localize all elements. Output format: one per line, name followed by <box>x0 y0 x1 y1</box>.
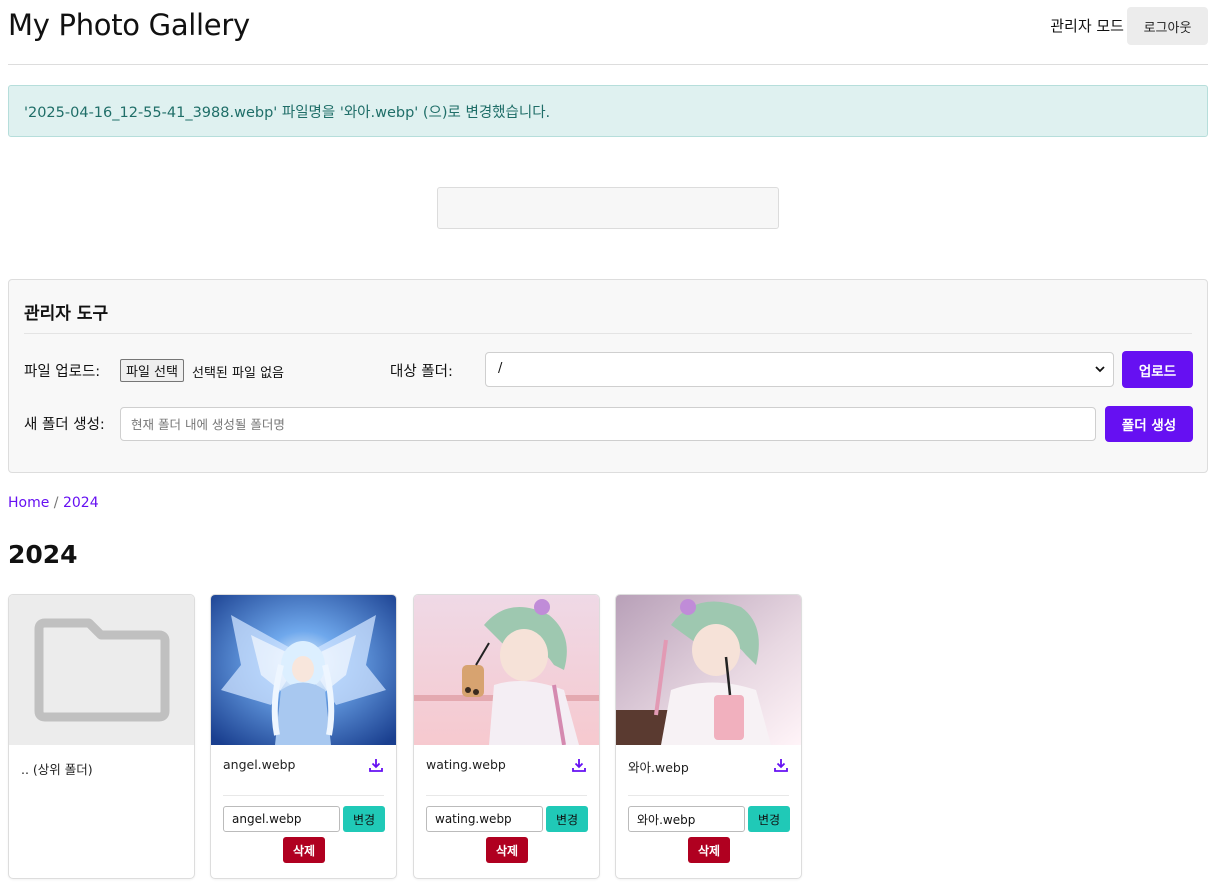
admin-tools-title: 관리자 도구 <box>24 304 109 324</box>
card-divider <box>628 795 789 796</box>
parent-folder-label: .. (상위 폴더) <box>21 762 93 777</box>
file-status: 선택된 파일 없음 <box>192 366 284 381</box>
image-thumbnail[interactable] <box>616 595 801 745</box>
rename-button[interactable]: 변경 <box>546 806 588 832</box>
breadcrumb-home[interactable]: Home <box>8 495 49 511</box>
card-divider <box>223 795 384 796</box>
chevron-down-icon <box>1095 366 1105 373</box>
image-thumbnail[interactable] <box>211 595 396 745</box>
breadcrumb: Home / 2024 <box>8 495 99 511</box>
image-filename: 와아.webp <box>628 760 689 775</box>
logout-button[interactable]: 로그아웃 <box>1127 7 1208 45</box>
newfolder-input[interactable] <box>120 407 1096 441</box>
download-icon[interactable] <box>368 757 384 773</box>
image-filename: wating.webp <box>426 757 506 772</box>
target-folder-value: / <box>498 361 503 376</box>
upload-button[interactable]: 업로드 <box>1122 351 1193 388</box>
download-icon[interactable] <box>773 757 789 773</box>
upload-label: 파일 업로드: <box>24 364 101 380</box>
image-card: wating.webp 변경 삭제 <box>413 594 600 879</box>
target-folder-label: 대상 폴더: <box>390 364 453 380</box>
site-title: My Photo Gallery <box>8 8 250 42</box>
alert-message: '2025-04-16_12-55-41_3988.webp' 파일명을 '와아… <box>24 105 551 121</box>
image-card: 와아.webp 변경 삭제 <box>615 594 802 879</box>
folder-icon <box>34 618 170 722</box>
card-divider <box>426 795 587 796</box>
file-choose-button[interactable]: 파일 선택 <box>120 359 184 382</box>
create-folder-button[interactable]: 폴더 생성 <box>1105 406 1193 442</box>
admin-tools-panel: 관리자 도구 파일 업로드: 파일 선택 선택된 파일 없음 대상 폴더: / … <box>8 279 1208 473</box>
image-thumbnail[interactable] <box>414 595 599 745</box>
download-icon[interactable] <box>571 757 587 773</box>
rename-input[interactable] <box>628 806 745 832</box>
admin-mode-label: 관리자 모드 <box>1050 17 1124 35</box>
folder-title: 2024 <box>8 540 78 569</box>
delete-button[interactable]: 삭제 <box>486 837 528 863</box>
rename-button[interactable]: 변경 <box>748 806 790 832</box>
newfolder-label: 새 폴더 생성: <box>24 417 105 433</box>
breadcrumb-separator: / <box>49 495 63 511</box>
delete-button[interactable]: 삭제 <box>688 837 730 863</box>
image-filename: angel.webp <box>223 757 296 772</box>
page-header: My Photo Gallery 관리자 모드 로그아웃 <box>8 0 1208 65</box>
breadcrumb-current[interactable]: 2024 <box>63 495 99 511</box>
rename-input[interactable] <box>426 806 543 832</box>
search-box[interactable] <box>437 187 779 229</box>
delete-button[interactable]: 삭제 <box>283 837 325 863</box>
rename-input[interactable] <box>223 806 340 832</box>
folder-thumbnail <box>9 595 194 745</box>
target-folder-select[interactable]: / <box>485 352 1114 387</box>
rename-success-alert: '2025-04-16_12-55-41_3988.webp' 파일명을 '와아… <box>8 85 1208 137</box>
admin-divider <box>24 333 1192 334</box>
rename-button[interactable]: 변경 <box>343 806 385 832</box>
parent-folder-card[interactable]: .. (상위 폴더) <box>8 594 195 879</box>
image-card: angel.webp 변경 삭제 <box>210 594 397 879</box>
